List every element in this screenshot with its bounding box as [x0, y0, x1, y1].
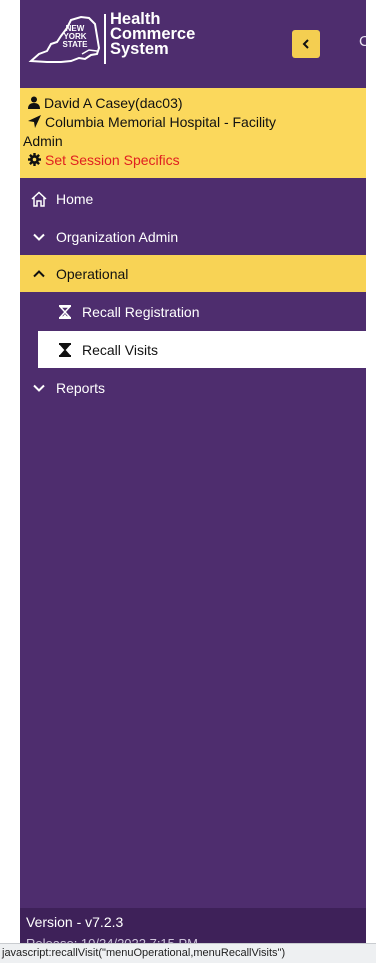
nav-operational[interactable]: Operational: [20, 255, 366, 292]
facility-row: Columbia Memorial Hospital - Facility: [28, 113, 276, 131]
nav-recall-registration-label: Recall Registration: [82, 303, 200, 320]
user-icon: [28, 96, 40, 109]
nav-recall-visits[interactable]: Recall Visits: [38, 331, 366, 368]
user-name: David A Casey(dac03): [44, 95, 183, 111]
logo-divider: [104, 14, 106, 64]
sidebar: NEW YORK STATE Health Commerce System C: [20, 0, 366, 963]
chevron-down-icon: [30, 383, 48, 393]
user-info-panel: David A Casey(dac03) Columbia Memorial H…: [20, 88, 366, 178]
hourglass-icon: [56, 342, 74, 357]
nav-recall-visits-label: Recall Visits: [82, 341, 158, 358]
nav-reports-label: Reports: [56, 379, 106, 396]
nav-recall-registration[interactable]: Recall Registration: [20, 293, 366, 330]
nav-home-label: Home: [56, 190, 94, 207]
hourglass-icon: [56, 304, 74, 319]
chevron-left-icon: [302, 39, 309, 49]
nav-organization-admin[interactable]: Organization Admin: [20, 218, 366, 255]
user-row: David A Casey(dac03): [28, 94, 183, 112]
header-clipped-text: C: [359, 33, 366, 50]
version-label: Version - v7.2.3: [26, 914, 124, 930]
nav-operational-label: Operational: [56, 265, 129, 282]
header: NEW YORK STATE Health Commerce System C: [20, 0, 366, 88]
svg-text:STATE: STATE: [62, 40, 88, 49]
chevron-up-icon: [30, 269, 48, 279]
session-specifics-label: Set Session Specifics: [45, 152, 180, 168]
nav-reports[interactable]: Reports: [20, 369, 366, 406]
hcs-logo[interactable]: NEW YORK STATE Health Commerce System: [27, 11, 227, 68]
app-name-line-3: System: [110, 40, 169, 58]
home-icon: [30, 190, 48, 207]
nav-home[interactable]: Home: [20, 180, 366, 217]
facility-name: Columbia Memorial Hospital - Facility: [45, 114, 277, 130]
app-name: Health Commerce System: [110, 11, 195, 58]
user-role: Admin: [23, 133, 63, 149]
ny-state-logo-icon: NEW YORK STATE: [28, 15, 101, 63]
collapse-sidebar-button[interactable]: [292, 30, 320, 58]
location-arrow-icon: [28, 115, 41, 128]
nav-organization-admin-label: Organization Admin: [56, 228, 179, 245]
role-row: Admin: [23, 132, 63, 150]
gear-icon: [28, 153, 41, 166]
version-footer: Version - v7.2.3 Release: 10/24/2022 7:1…: [20, 908, 366, 951]
browser-status-bar: javascript:recallVisit("menuOperational,…: [0, 943, 376, 963]
session-specifics-link[interactable]: Set Session Specifics: [28, 151, 180, 169]
chevron-down-icon: [30, 232, 48, 242]
